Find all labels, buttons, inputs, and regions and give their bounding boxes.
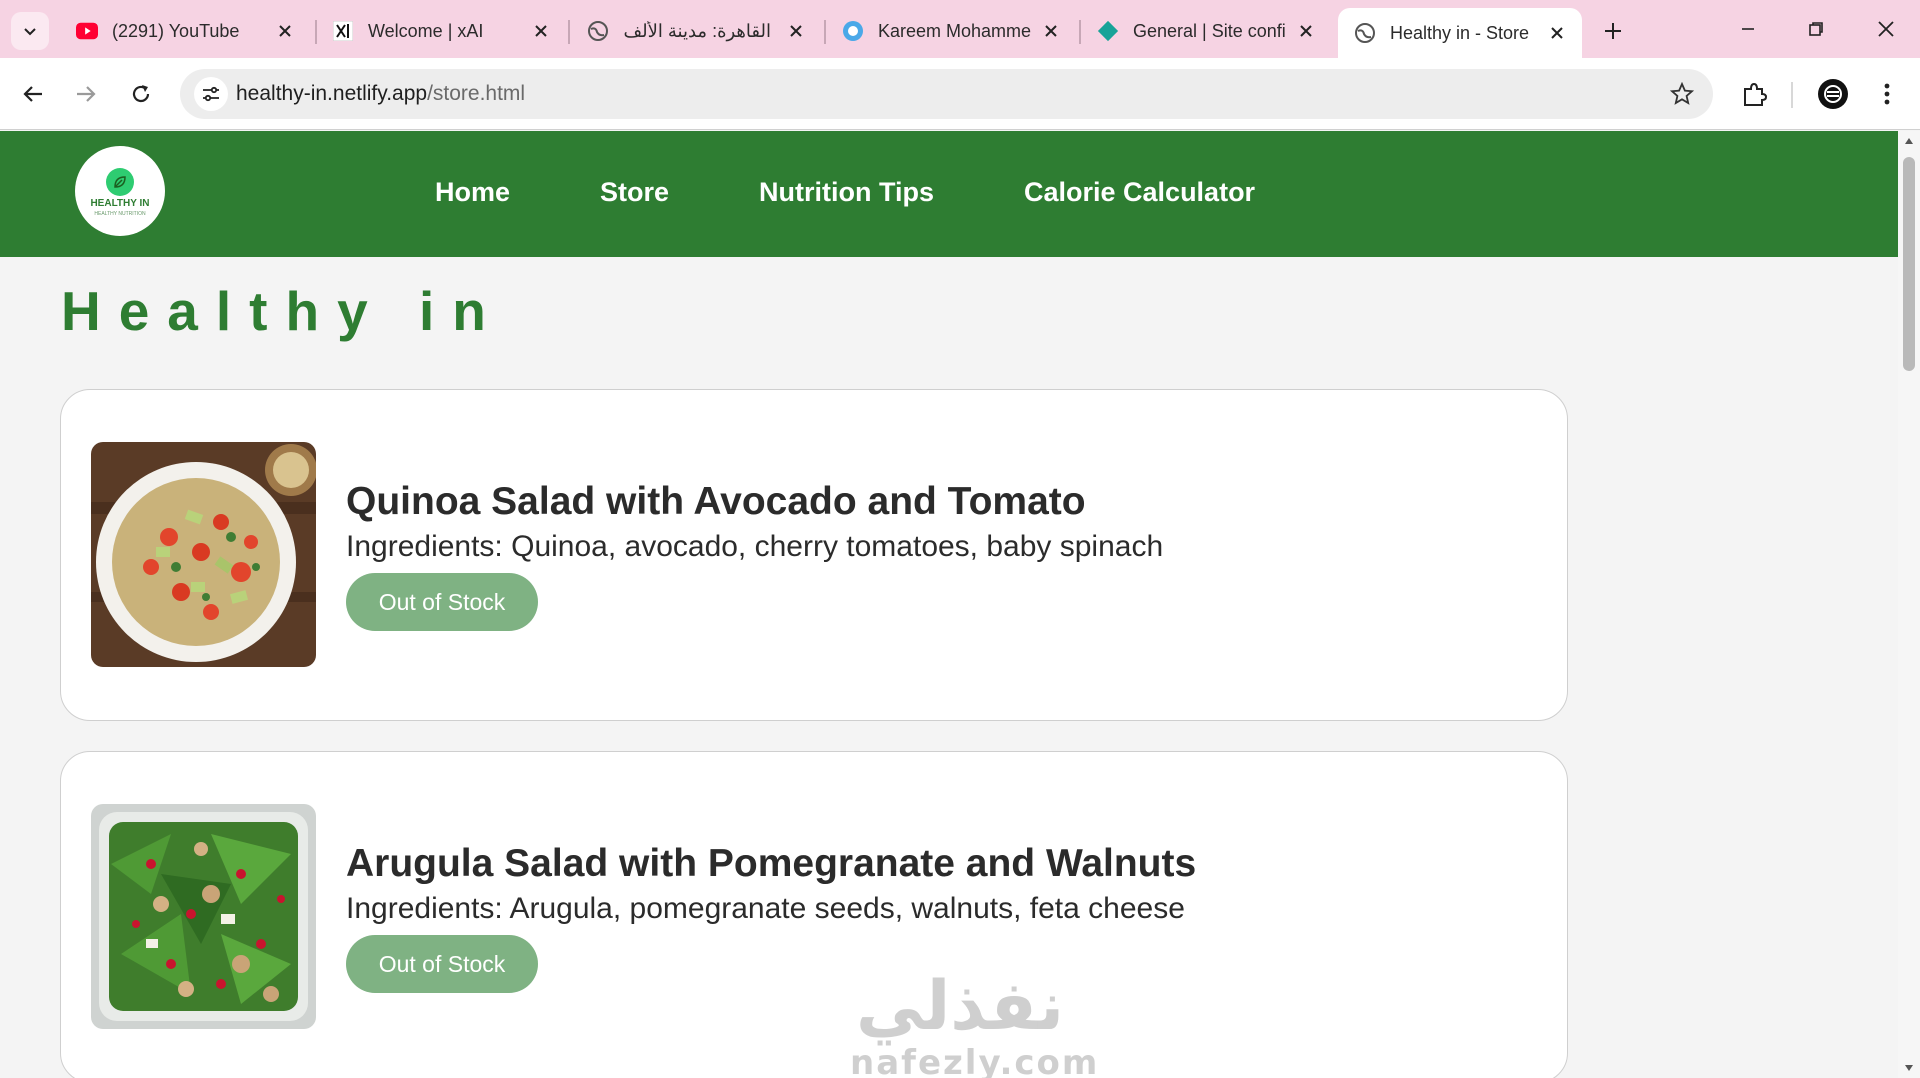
watermark-arabic: نفذلي: [855, 967, 1065, 1046]
minimize-icon: [1742, 28, 1754, 30]
arrow-left-icon: [23, 86, 42, 102]
product-ingredients: Ingredients: Arugula, pomegranate seeds,…: [346, 892, 1185, 925]
extensions-button[interactable]: [1734, 74, 1774, 114]
close-icon: [1878, 21, 1894, 37]
close-icon[interactable]: [1295, 20, 1317, 42]
close-icon[interactable]: [1040, 20, 1062, 42]
triangle-up-icon: [1905, 138, 1913, 144]
chevron-down-icon: [24, 28, 36, 36]
tab-xai[interactable]: Welcome | xAI: [316, 10, 566, 52]
browser-toolbar: healthy-in.netlify.app/store.html: [0, 58, 1920, 130]
page-title: Healthy in: [61, 280, 504, 342]
tab-search-button[interactable]: [11, 12, 49, 50]
tab-title: Kareem Mohamme: [878, 20, 1032, 41]
leaf-icon: [106, 168, 134, 196]
logo-name: HEALTHY IN: [90, 198, 150, 209]
scroll-down-arrow[interactable]: [1903, 1062, 1915, 1074]
close-icon[interactable]: [530, 20, 552, 42]
nav-nutrition-tips[interactable]: Nutrition Tips: [759, 177, 934, 208]
product-card: Arugula Salad with Pomegranate and Walnu…: [60, 751, 1568, 1078]
plus-icon: [1605, 23, 1621, 39]
globe-icon: [587, 20, 609, 42]
logo-tagline: HEALTHY NUTRITION: [94, 211, 146, 217]
product-image: [91, 804, 316, 1029]
back-button[interactable]: [13, 74, 53, 114]
close-icon[interactable]: [785, 20, 807, 42]
tab-title: Healthy in - Store: [1390, 22, 1530, 43]
restore-icon: [1809, 22, 1823, 36]
xai-icon: [332, 20, 354, 42]
tab-youtube[interactable]: (2291) YouTube: [60, 10, 310, 52]
product-card: Quinoa Salad with Avocado and Tomato Ing…: [60, 389, 1568, 721]
tab-title: Welcome | xAI: [368, 20, 484, 41]
site-logo[interactable]: HEALTHY IN HEALTHY NUTRITION: [75, 146, 165, 236]
globe-icon: [1354, 22, 1376, 44]
nav-home[interactable]: Home: [435, 177, 510, 208]
address-bar[interactable]: healthy-in.netlify.app/store.html: [180, 69, 1713, 119]
reload-icon: [132, 85, 150, 103]
site-info-button[interactable]: [194, 77, 228, 111]
bookmark-star-button[interactable]: [1669, 81, 1695, 107]
browser-menu-button[interactable]: [1867, 74, 1907, 114]
tab-strip: (2291) YouTube Welcome | xAI القاهرة: مد…: [0, 0, 1920, 58]
profile-button[interactable]: [1813, 74, 1853, 114]
more-vert-icon: [1884, 83, 1890, 105]
youtube-icon: [76, 20, 98, 42]
tab-kareem[interactable]: Kareem Mohamme: [826, 10, 1076, 52]
site-header: HEALTHY IN HEALTHY NUTRITION Home Store …: [0, 131, 1898, 257]
tab-title: القاهرة: مدينة الألف: [623, 20, 772, 41]
reload-button[interactable]: [121, 74, 161, 114]
toolbar-divider: [1791, 82, 1793, 108]
nav-store[interactable]: Store: [600, 177, 669, 208]
tab-netlify[interactable]: General | Site confi: [1081, 10, 1331, 52]
circle-icon: [842, 20, 864, 42]
tab-separator: [568, 20, 570, 44]
product-ingredients: Ingredients: Quinoa, avocado, cherry tom…: [346, 530, 1164, 563]
avatar-icon: [1818, 79, 1848, 109]
out-of-stock-button[interactable]: Out of Stock: [346, 935, 538, 993]
netlify-icon: [1097, 20, 1119, 42]
scrollbar-thumb[interactable]: [1903, 157, 1915, 371]
watermark-latin: nafezly.com: [850, 1043, 1100, 1078]
nav-calorie-calculator[interactable]: Calorie Calculator: [1024, 177, 1255, 208]
url-text[interactable]: healthy-in.netlify.app/store.html: [236, 82, 525, 106]
puzzle-icon: [1744, 82, 1767, 106]
minimize-button[interactable]: [1714, 0, 1782, 58]
tab-cairo[interactable]: القاهرة: مدينة الألف: [571, 10, 821, 52]
tab-title: General | Site confi: [1133, 20, 1286, 41]
star-icon: [1670, 82, 1694, 105]
arrow-right-icon: [77, 86, 96, 102]
close-icon[interactable]: [1546, 22, 1568, 44]
tune-icon: [203, 86, 219, 102]
tab-healthy-in-store[interactable]: Healthy in - Store: [1338, 8, 1582, 58]
url-host: healthy-in.netlify.app: [236, 82, 428, 105]
restore-button[interactable]: [1782, 0, 1850, 58]
product-name: Arugula Salad with Pomegranate and Walnu…: [346, 842, 1197, 885]
window-close-button[interactable]: [1852, 0, 1920, 58]
page-viewport: HEALTHY IN HEALTHY NUTRITION Home Store …: [0, 131, 1898, 1078]
triangle-down-icon: [1905, 1065, 1913, 1071]
product-name: Quinoa Salad with Avocado and Tomato: [346, 480, 1086, 523]
url-path: /store.html: [427, 82, 526, 105]
tab-title: (2291) YouTube: [112, 20, 240, 41]
close-icon[interactable]: [274, 20, 296, 42]
new-tab-button[interactable]: [1598, 12, 1628, 50]
watermark: نفذلي nafezly.com: [850, 967, 1100, 1078]
forward-button[interactable]: [66, 74, 106, 114]
product-image: [91, 442, 316, 667]
scroll-up-arrow[interactable]: [1903, 135, 1915, 147]
out-of-stock-button[interactable]: Out of Stock: [346, 573, 538, 631]
page-scrollbar[interactable]: [1898, 131, 1920, 1078]
